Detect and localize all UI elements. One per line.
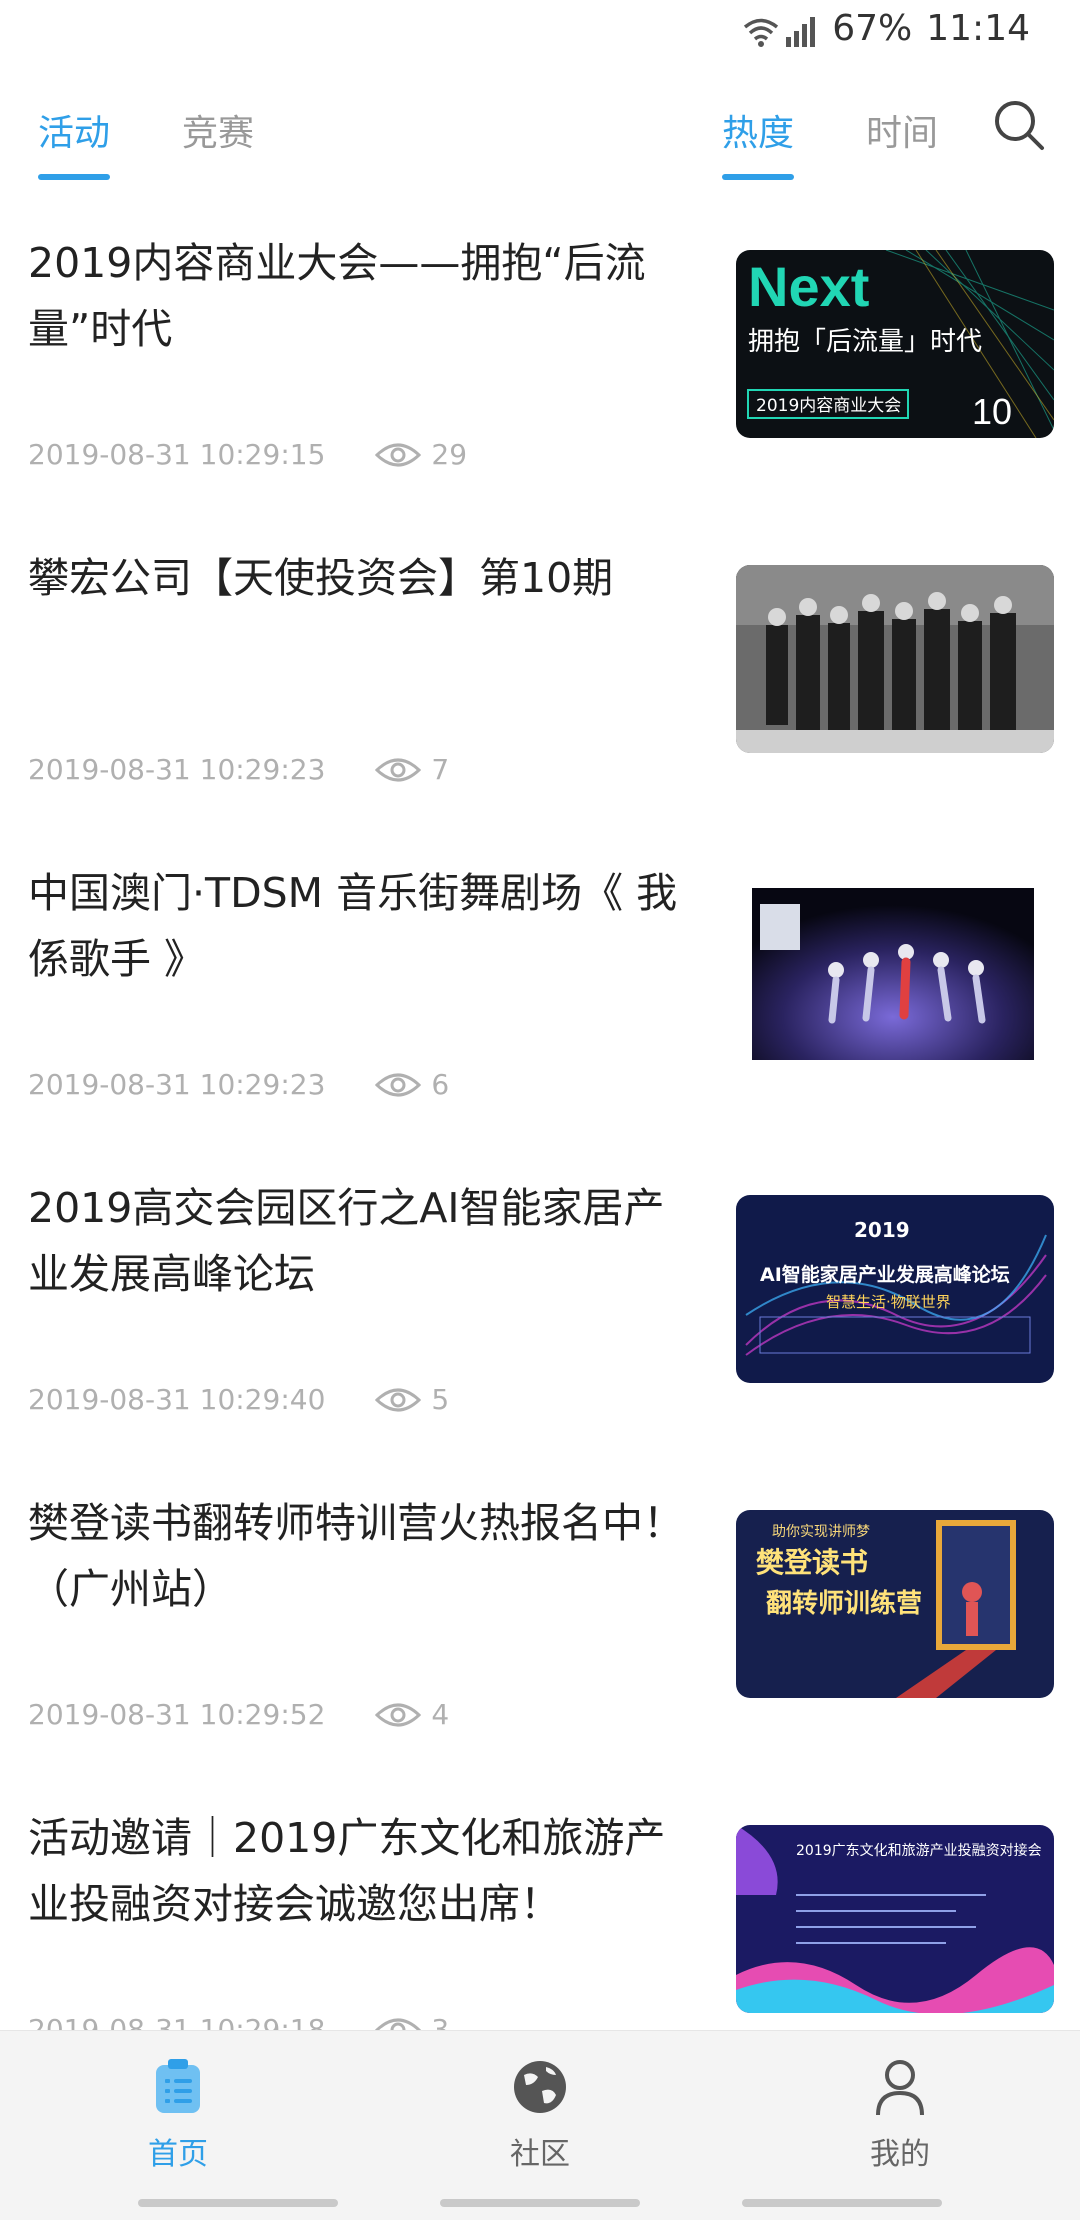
thumb-line2: 翻转师训练营	[766, 1588, 922, 1619]
gesture-handle[interactable]	[138, 2199, 338, 2207]
search-button[interactable]	[990, 96, 1050, 156]
tab-label: 活动	[38, 113, 111, 154]
tab-competitions[interactable]: 竞赛	[182, 104, 254, 156]
list-item[interactable]: 中国澳门·TDSM 音乐街舞剧场《 我係歌手 》 2019-08-31 10:2…	[0, 830, 1080, 1145]
item-views: 4	[375, 1698, 449, 1731]
item-views: 6	[375, 1068, 449, 1101]
view-count: 7	[431, 753, 450, 786]
thumb-title: 2019广东文化和旅游产业投融资对接会	[796, 1842, 1042, 1859]
item-meta: 2019-08-31 10:29:23 7	[28, 753, 449, 786]
item-date: 2019-08-31 10:29:23	[28, 753, 326, 786]
item-thumbnail[interactable]	[736, 880, 1054, 1068]
item-thumbnail[interactable]	[736, 565, 1054, 753]
item-views: 29	[375, 438, 467, 471]
eye-icon	[375, 758, 422, 781]
activity-list: 2019内容商业大会——拥抱“后流量”时代 2019-08-31 10:29:1…	[0, 200, 1080, 2090]
item-date: 2019-08-31 10:29:40	[28, 1383, 326, 1416]
thumb-logo: 10	[972, 391, 1012, 432]
thumb-sub: 智慧生活·物联世界	[826, 1293, 951, 1311]
nav-label: 社区	[510, 2137, 570, 2172]
thumbnail-art: 2019 AI智能家居产业发展高峰论坛 智慧生活·物联世界	[745, 1218, 1047, 1356]
item-date: 2019-08-31 10:29:23	[28, 1068, 326, 1101]
thumbnail-art: 助你实现讲师梦 樊登读书 翻转师训练营	[756, 1520, 1016, 1698]
tab-label: 时间	[866, 113, 939, 154]
nav-profile[interactable]: 我的	[800, 2057, 1000, 2173]
gesture-handle[interactable]	[742, 2199, 942, 2207]
active-tab-indicator	[38, 174, 111, 180]
thumbnail-art: Next 拥抱「后流量」时代 2019内容商业大会 10	[747, 250, 1054, 438]
view-count: 4	[431, 1698, 450, 1731]
eye-icon	[375, 1073, 422, 1096]
bottom-navigation: 首页 社区 我的	[0, 2030, 1080, 2220]
thumbnail-art	[752, 888, 1034, 1060]
nav-label: 首页	[148, 2137, 208, 2172]
thumbnail-art: 2019广东文化和旅游产业投融资对接会	[736, 1825, 1054, 2013]
clock: 11:14	[926, 8, 1030, 49]
item-meta: 2019-08-31 10:29:23 6	[28, 1068, 449, 1101]
active-sort-indicator	[722, 174, 795, 180]
eye-icon	[375, 1703, 422, 1726]
nav-label: 我的	[870, 2137, 930, 2172]
gesture-handle[interactable]	[440, 2199, 640, 2207]
thumb-next: Next	[748, 255, 869, 318]
item-thumbnail[interactable]: Next 拥抱「后流量」时代 2019内容商业大会 10	[736, 250, 1054, 438]
item-title: 2019高交会园区行之AI智能家居产业发展高峰论坛	[28, 1184, 665, 1298]
item-views: 5	[375, 1383, 449, 1416]
item-date: 2019-08-31 10:29:15	[28, 438, 326, 471]
item-thumbnail[interactable]: 助你实现讲师梦 樊登读书 翻转师训练营	[736, 1510, 1054, 1698]
item-meta: 2019-08-31 10:29:52 4	[28, 1698, 449, 1731]
item-title: 樊登读书翻转师特训营火热报名中！（广州站）	[28, 1499, 684, 1613]
sort-by-popularity[interactable]: 热度	[722, 104, 795, 180]
status-bar: 67% 11:14	[0, 0, 1080, 64]
wifi-icon	[744, 18, 779, 47]
thumb-top: 助你实现讲师梦	[772, 1524, 870, 1540]
item-meta: 2019-08-31 10:29:15 29	[28, 438, 467, 471]
eye-icon	[375, 1388, 422, 1411]
item-views: 7	[375, 753, 449, 786]
cellular-signal-icon	[786, 16, 816, 47]
thumb-subtitle: 拥抱「后流量」时代	[748, 327, 982, 357]
signal-icons	[742, 11, 818, 47]
thumbnail-art	[736, 565, 1054, 753]
item-meta: 2019-08-31 10:29:40 5	[28, 1383, 449, 1416]
item-thumbnail[interactable]: 2019广东文化和旅游产业投融资对接会	[736, 1825, 1054, 2013]
user-icon	[876, 2060, 924, 2116]
sort-by-time[interactable]: 时间	[866, 104, 938, 156]
list-item[interactable]: 樊登读书翻转师特训营火热报名中！（广州站） 2019-08-31 10:29:5…	[0, 1460, 1080, 1775]
search-icon	[995, 101, 1044, 150]
view-count: 6	[431, 1068, 450, 1101]
thumb-year: 2019	[854, 1218, 910, 1242]
list-item[interactable]: 2019内容商业大会——拥抱“后流量”时代 2019-08-31 10:29:1…	[0, 200, 1080, 515]
tab-activities[interactable]: 活动	[38, 104, 111, 180]
nav-community[interactable]: 社区	[440, 2057, 640, 2173]
nav-home[interactable]: 首页	[78, 2057, 278, 2173]
item-date: 2019-08-31 10:29:52	[28, 1698, 326, 1731]
item-title: 中国澳门·TDSM 音乐街舞剧场《 我係歌手 》	[28, 869, 678, 983]
view-count: 5	[431, 1383, 450, 1416]
thumb-line1: 樊登读书	[756, 1546, 868, 1579]
eye-icon	[375, 443, 422, 466]
view-count: 29	[431, 438, 468, 471]
thumb-main: AI智能家居产业发展高峰论坛	[760, 1263, 1010, 1286]
item-title: 活动邀请｜2019广东文化和旅游产业投融资对接会诚邀您出席！	[28, 1814, 666, 1928]
item-thumbnail[interactable]: 2019 AI智能家居产业发展高峰论坛 智慧生活·物联世界	[736, 1195, 1054, 1383]
tab-label: 热度	[722, 113, 795, 154]
battery-percent: 67%	[832, 8, 913, 49]
list-item[interactable]: 攀宏公司【天使投资会】第10期 2019-08-31 10:29:23 7	[0, 515, 1080, 830]
item-title: 攀宏公司【天使投资会】第10期	[28, 554, 614, 602]
top-tab-bar: 活动 竞赛 热度 时间	[0, 90, 1080, 190]
list-item[interactable]: 2019高交会园区行之AI智能家居产业发展高峰论坛 2019-08-31 10:…	[0, 1145, 1080, 1460]
item-title: 2019内容商业大会——拥抱“后流量”时代	[28, 239, 646, 353]
document-list-icon	[156, 2059, 200, 2113]
globe-icon	[514, 2061, 566, 2113]
tab-label: 竞赛	[182, 113, 255, 154]
thumb-tag: 2019内容商业大会	[756, 396, 901, 416]
